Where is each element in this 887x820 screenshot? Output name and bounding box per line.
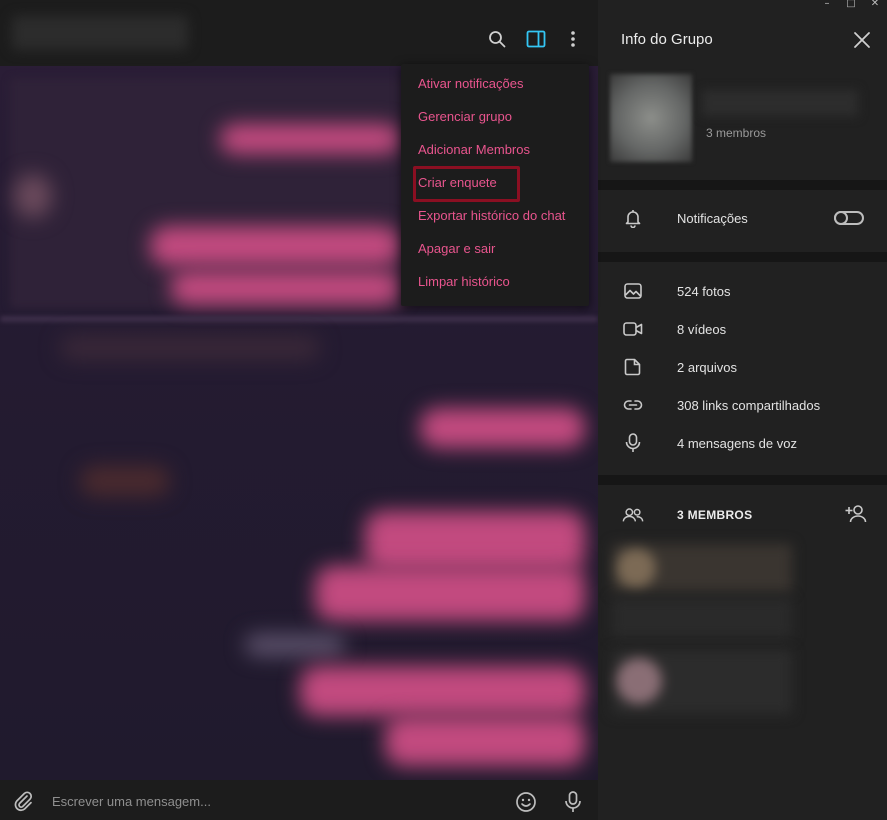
menu-item-create-poll[interactable]: Criar enquete [401,166,589,202]
message-bubble [170,271,400,305]
photo-icon [622,280,644,302]
video-icon [622,318,644,340]
message-block [80,466,170,496]
members-header-row: 3 MEMBROS [598,497,887,533]
media-files-label: 2 arquivos [677,359,737,375]
divider [0,316,598,322]
panel-title: Info do Grupo [621,31,713,48]
media-photos-label: 524 fotos [677,283,731,299]
highlight-box [413,166,520,202]
sidebar-toggle-icon[interactable] [525,28,547,50]
minimize-button[interactable]: – [815,0,839,10]
date-badge [245,634,345,656]
menu-item-export-chat[interactable]: Exportar histórico do chat [401,199,589,232]
media-videos-label: 8 vídeos [677,321,727,337]
message-bubble [300,666,585,716]
message-bubble [420,408,585,448]
media-files-row[interactable]: 2 arquivos [598,349,887,385]
menu-item-add-members[interactable]: Adicionar Membros [401,133,589,166]
message-block [60,336,320,360]
media-videos-row[interactable]: 8 vídeos [598,311,887,347]
section-divider [598,252,887,262]
media-links-row[interactable]: 308 links compartilhados [598,387,887,423]
emoji-icon[interactable] [515,791,537,817]
more-options-icon[interactable] [562,28,584,50]
link-icon [622,394,644,416]
message-composer: Escrever uma mensagem... [0,780,598,820]
menu-item-clear-history[interactable]: Limpar histórico [401,265,589,298]
member-item[interactable] [612,598,792,638]
media-voice-label: 4 mensagens de voz [677,435,797,451]
close-icon[interactable] [853,31,871,49]
close-window-button[interactable]: ✕ [863,0,887,10]
message-bubble [150,226,400,266]
window-controls: – □ ✕ [815,0,887,10]
media-voice-row[interactable]: 4 mensagens de voz [598,425,887,461]
group-profile: 3 membros [598,60,887,180]
file-icon [622,356,644,378]
member-item[interactable] [612,544,792,592]
voice-record-icon[interactable] [563,790,583,818]
message-bubble [220,124,400,154]
message-bubble [315,566,585,621]
message-bubble [385,716,585,766]
microphone-icon [622,432,644,454]
notifications-row[interactable]: Notificações [598,200,887,236]
notifications-label: Notificações [677,210,748,226]
section-divider [598,475,887,485]
add-member-icon[interactable] [845,503,869,529]
chat-title-blurred[interactable] [12,16,188,50]
chat-options-menu: Ativar notificações Gerenciar grupo Adic… [401,64,589,306]
menu-item-enable-notifications[interactable]: Ativar notificações [401,67,589,100]
notifications-toggle[interactable] [834,211,864,225]
media-photos-row[interactable]: 524 fotos [598,273,887,309]
avatar [14,174,52,218]
section-divider [598,180,887,190]
menu-item-delete-and-leave[interactable]: Apagar e sair [401,232,589,265]
message-bubble [365,511,585,571]
members-icon [622,504,644,526]
member-item[interactable] [612,650,792,714]
message-input[interactable]: Escrever uma mensagem... [52,794,211,809]
maximize-button[interactable]: □ [839,0,863,10]
menu-item-manage-group[interactable]: Gerenciar grupo [401,100,589,133]
group-avatar[interactable] [610,74,692,162]
bell-icon [622,207,644,229]
members-count-header: 3 MEMBROS [677,508,753,522]
group-name-blurred [702,90,858,116]
group-members-count: 3 membros [706,126,767,140]
attach-icon[interactable] [12,790,34,816]
search-icon[interactable] [486,28,508,50]
group-info-panel: Info do Grupo 3 membros Notificações 524… [598,0,887,820]
chat-header [0,0,598,66]
media-links-label: 308 links compartilhados [677,397,821,413]
